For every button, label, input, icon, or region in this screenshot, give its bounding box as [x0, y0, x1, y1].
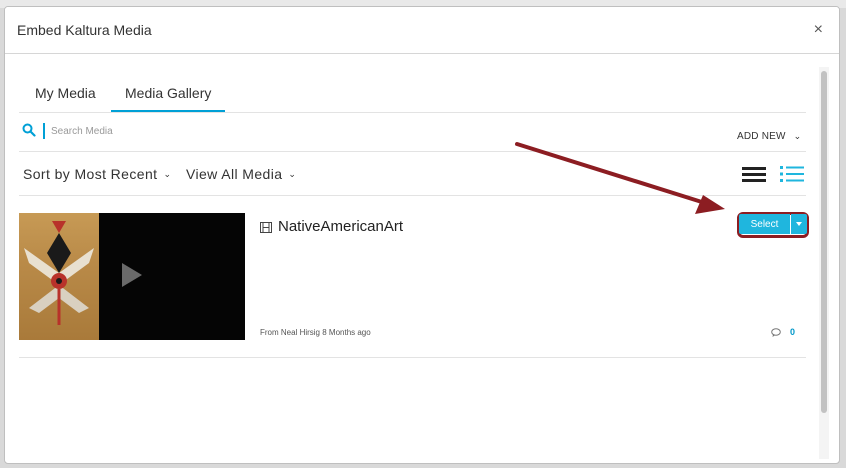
tab-media-gallery[interactable]: Media Gallery — [111, 85, 226, 112]
dialog-title: Embed Kaltura Media — [17, 22, 152, 38]
add-new-label: ADD NEW — [737, 131, 786, 142]
sort-dropdown[interactable]: Sort by Most Recent ⌄ — [23, 166, 171, 182]
scrollbar-thumb[interactable] — [821, 71, 827, 413]
chevron-down-icon: ⌄ — [793, 131, 802, 141]
chevron-down-icon: ⌄ — [163, 169, 172, 179]
comment-count[interactable]: 0 — [790, 327, 795, 337]
divider — [19, 357, 806, 358]
view-filter-label: View All Media — [186, 166, 283, 182]
search-input[interactable] — [51, 122, 351, 140]
sort-label: Sort by Most Recent — [23, 166, 158, 182]
detail-view-icon[interactable] — [780, 165, 804, 183]
divider — [19, 195, 806, 196]
add-new-button[interactable]: ADD NEW ⌄ — [737, 131, 801, 142]
entry-meta: From Neal Hirsig 8 Months ago — [260, 328, 371, 337]
video-icon — [260, 222, 272, 233]
view-filter-dropdown[interactable]: View All Media ⌄ — [186, 166, 296, 182]
media-tabs: My Media Media Gallery — [19, 85, 806, 113]
dialog-header: Embed Kaltura Media × — [5, 7, 839, 54]
divider — [19, 151, 806, 152]
search-icon[interactable] — [22, 123, 36, 137]
tab-my-media[interactable]: My Media — [35, 85, 96, 110]
comment-icon — [771, 328, 781, 337]
list-view-icon[interactable] — [742, 167, 766, 182]
entry-title[interactable]: NativeAmericanArt — [278, 218, 403, 235]
embed-media-dialog: Embed Kaltura Media × My Media Media Gal… — [4, 6, 840, 464]
search-divider — [43, 123, 45, 139]
select-options-button[interactable] — [791, 214, 807, 234]
close-icon[interactable]: × — [814, 22, 823, 38]
select-button[interactable]: Select — [739, 214, 790, 234]
play-icon[interactable] — [122, 263, 142, 287]
artwork-image — [19, 213, 99, 340]
media-thumbnail[interactable] — [19, 213, 245, 340]
chevron-down-icon: ⌄ — [288, 169, 297, 179]
